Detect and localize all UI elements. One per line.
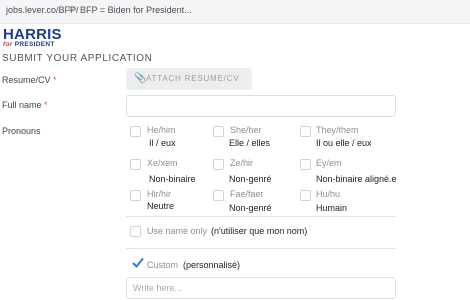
pronoun-hu-translation: Humain xyxy=(316,203,348,213)
browser-url-bar[interactable]: jobs.lever.co/BFP/ ⇦ BFP = Biden for Pre… xyxy=(0,0,470,24)
section-title: SUBMIT YOUR APPLICATION xyxy=(2,53,153,64)
pronoun-she-translation: Elle / elles xyxy=(229,138,271,148)
campaign-logo: HARRIS for PRESIDENT xyxy=(3,26,62,48)
fullname-input[interactable] xyxy=(126,95,396,117)
resume-label-text: Resume/CV xyxy=(2,75,51,85)
required-marker: * xyxy=(44,100,48,110)
pronoun-they-translation: Il ou elle / eux xyxy=(316,138,372,148)
pronoun-checkbox-xe[interactable] xyxy=(130,159,141,170)
resume-label: Resume/CV * xyxy=(2,75,57,85)
logo-for: for xyxy=(3,41,13,48)
pronoun-he-translation: Il / eux xyxy=(149,138,176,148)
pronoun-ey-label: Ey/em xyxy=(316,158,342,168)
back-arrow-icon: ⇦ xyxy=(68,4,77,15)
use-name-only-label: Use name only xyxy=(147,226,208,236)
pronoun-hu-label: Hu/hu xyxy=(316,189,341,199)
pronoun-checkbox-hir[interactable] xyxy=(130,190,141,201)
fullname-label-text: Full name xyxy=(2,100,42,110)
pronoun-checkbox-hu[interactable] xyxy=(300,190,311,201)
divider xyxy=(126,248,396,249)
pronoun-ze-label: Ze/hir xyxy=(230,158,254,168)
custom-label: Custom xyxy=(147,260,179,270)
pronoun-checkbox-ey[interactable] xyxy=(300,159,311,170)
use-name-only-checkbox[interactable] xyxy=(130,226,141,237)
url-annotation: BFP = Biden for President... xyxy=(80,5,192,15)
pronoun-checkbox-he[interactable] xyxy=(130,126,141,137)
required-marker: * xyxy=(53,75,57,85)
logo-tagline: for PRESIDENT xyxy=(3,41,62,48)
pronoun-checkbox-fae[interactable] xyxy=(213,190,224,201)
pronoun-ze-translation: Non-genré xyxy=(229,174,272,184)
pronoun-checkbox-ze[interactable] xyxy=(213,159,224,170)
pronoun-checkbox-they[interactable] xyxy=(300,126,311,137)
divider xyxy=(126,216,396,217)
pronoun-fae-label: Fae/faer xyxy=(230,189,264,199)
attach-resume-label: ATTACH RESUME/CV xyxy=(146,74,240,83)
custom-translation: (personnalisé) xyxy=(183,260,241,270)
use-name-only-translation: (n'utiliser que mon nom) xyxy=(211,226,308,236)
pronoun-he-label: He/him xyxy=(147,125,176,135)
pronoun-hir-translation: Neutre xyxy=(147,201,175,211)
checkmark-icon[interactable] xyxy=(132,257,144,269)
pronouns-label: Pronouns xyxy=(2,126,41,136)
pronoun-xe-translation: Non-binaire xyxy=(149,174,196,184)
logo-role: PRESIDENT xyxy=(14,41,55,48)
pronoun-they-label: They/them xyxy=(316,125,359,135)
pronoun-xe-label: Xe/xem xyxy=(147,158,178,168)
pronoun-fae-translation: Non-genré xyxy=(229,203,272,213)
attach-resume-button[interactable]: 📎 ATTACH RESUME/CV xyxy=(126,68,252,90)
pronoun-ey-translation: Non-binaire aligné.e xyxy=(316,174,397,184)
pronoun-checkbox-she[interactable] xyxy=(213,126,224,137)
pronoun-she-label: She/her xyxy=(230,125,262,135)
fullname-label: Full name * xyxy=(2,100,48,110)
pronoun-hir-label: Hir/hir xyxy=(147,189,171,199)
logo-name: HARRIS xyxy=(3,26,62,43)
paperclip-icon: 📎 xyxy=(134,73,147,84)
custom-pronoun-input[interactable] xyxy=(126,277,396,299)
